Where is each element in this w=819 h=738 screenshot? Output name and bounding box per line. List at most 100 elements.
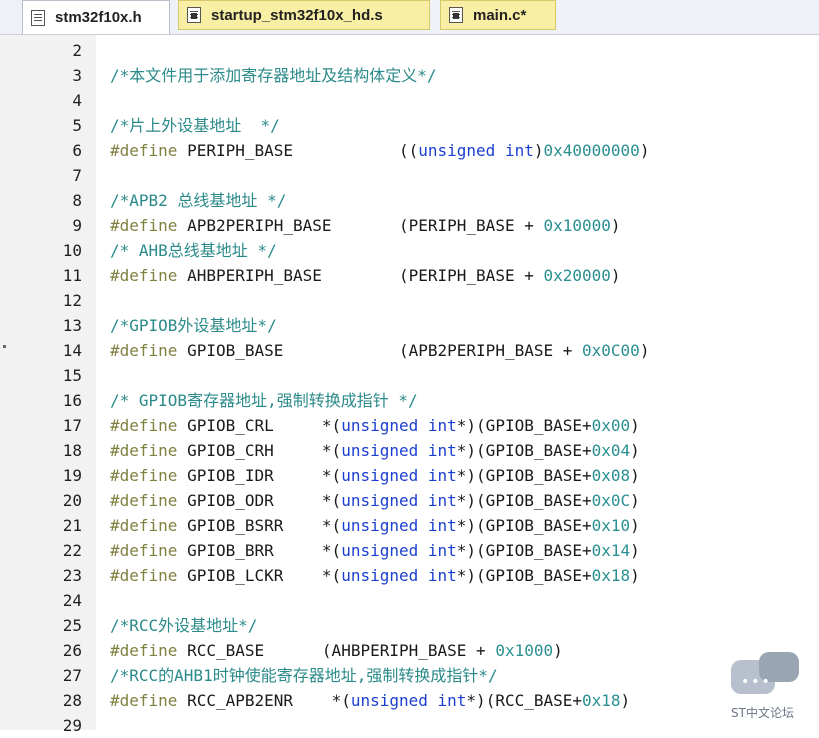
code-line[interactable]: /*本文件用于添加寄存器地址及结构体定义*/ <box>110 63 437 88</box>
code-line[interactable]: /*RCC的AHB1时钟使能寄存器地址,强制转换成指针*/ <box>110 663 498 688</box>
code-token: GPIOB_IDR <box>187 466 322 485</box>
tab-label: startup_stm32f10x_hd.s <box>211 6 383 24</box>
code-line[interactable]: #define GPIOB_ODR *(unsigned int*)(GPIOB… <box>110 488 640 513</box>
line-number: 5 <box>72 116 82 135</box>
code-token: APB2PERIPH_BASE <box>187 216 399 235</box>
code-token: unsigned int <box>341 416 457 435</box>
line-number: 6 <box>72 141 82 160</box>
tab-label: main.c* <box>473 6 527 24</box>
line-number: 11 <box>62 266 82 285</box>
code-line[interactable]: /*片上外设基地址 */ <box>110 113 280 138</box>
tab-stm32f10x-h[interactable]: stm32f10x.h <box>22 0 170 34</box>
line-number: 19 <box>62 466 82 485</box>
code-line[interactable]: #define GPIOB_BSRR *(unsigned int*)(GPIO… <box>110 513 640 538</box>
code-line[interactable]: #define GPIOB_LCKR *(unsigned int*)(GPIO… <box>110 563 640 588</box>
code-token: unsigned int <box>341 466 457 485</box>
code-line[interactable]: /*GPIOB外设基地址*/ <box>110 313 277 338</box>
code-line[interactable]: #define GPIOB_CRL *(unsigned int*)(GPIOB… <box>110 413 640 438</box>
code-token: #define <box>110 341 188 360</box>
line-number: 21 <box>62 516 82 535</box>
code-token: ) <box>553 641 563 660</box>
line-number: 3 <box>72 66 82 85</box>
line-number: 9 <box>72 216 82 235</box>
line-number: 22 <box>62 541 82 560</box>
line-number: 8 <box>72 191 82 210</box>
code-line[interactable]: #define GPIOB_BRR *(unsigned int*)(GPIOB… <box>110 538 640 563</box>
code-line[interactable]: #define GPIOB_CRH *(unsigned int*)(GPIOB… <box>110 438 640 463</box>
code-token: RCC_APB2ENR <box>187 691 332 710</box>
code-line[interactable]: #define GPIOB_IDR *(unsigned int*)(GPIOB… <box>110 463 640 488</box>
code-token: 0x10 <box>591 516 631 535</box>
code-token: ) <box>610 216 621 235</box>
code-token: /* AHB总线基地址 */ <box>110 241 277 260</box>
code-token: *( <box>321 466 342 485</box>
code-line[interactable]: #define AHBPERIPH_BASE (PERIPH_BASE + 0x… <box>110 263 621 288</box>
line-number: 15 <box>62 366 82 385</box>
code-token: ) <box>630 491 640 510</box>
code-token: unsigned int <box>341 441 457 460</box>
code-token: /*本文件用于添加寄存器地址及结构体定义*/ <box>110 66 437 85</box>
code-token: ) <box>610 266 621 285</box>
code-line[interactable]: #define PERIPH_BASE ((unsigned int)0x400… <box>110 138 649 163</box>
code-token: *)(GPIOB_BASE+ <box>456 466 592 485</box>
line-number: 29 <box>62 716 82 735</box>
code-token: /*RCC外设基地址*/ <box>110 616 258 635</box>
code-token: RCC_BASE <box>187 641 322 660</box>
code-line[interactable]: #define GPIOB_BASE (APB2PERIPH_BASE + 0x… <box>110 338 649 363</box>
forum-watermark: ••• ST中文论坛 <box>731 652 811 722</box>
code-token: *( <box>331 691 351 710</box>
code-token: *( <box>321 441 342 460</box>
code-token: /*片上外设基地址 */ <box>110 116 280 135</box>
code-token: ) <box>639 141 650 160</box>
fold-marker <box>3 345 6 348</box>
code-token: 0x08 <box>591 466 631 485</box>
code-token: ) <box>630 416 640 435</box>
code-token: unsigned int <box>350 691 467 710</box>
code-token: *( <box>321 491 342 510</box>
code-token: (PERIPH_BASE + <box>398 266 544 285</box>
line-number: 28 <box>62 691 82 710</box>
code-token: AHBPERIPH_BASE <box>187 266 399 285</box>
code-line[interactable]: /* AHB总线基地址 */ <box>110 238 277 263</box>
line-number: 4 <box>72 91 82 110</box>
tab-label: stm32f10x.h <box>55 9 142 26</box>
code-token: GPIOB_CRL <box>187 416 322 435</box>
code-line[interactable]: /*RCC外设基地址*/ <box>110 613 257 638</box>
line-number: 20 <box>62 491 82 510</box>
code-line[interactable]: /*APB2 总线基地址 */ <box>110 188 286 213</box>
code-token: unsigned int <box>341 541 457 560</box>
code-token: (( <box>398 141 419 160</box>
code-line[interactable]: /* GPIOB寄存器地址,强制转换成指针 */ <box>110 388 418 413</box>
line-number: 12 <box>62 291 82 310</box>
line-number: 17 <box>62 416 82 435</box>
code-line[interactable]: #define APB2PERIPH_BASE (PERIPH_BASE + 0… <box>110 213 621 238</box>
code-token: (PERIPH_BASE + <box>398 216 544 235</box>
code-token: 0x20000 <box>543 266 611 285</box>
header-file-icon <box>31 9 45 26</box>
line-number: 7 <box>72 166 82 185</box>
line-number: 18 <box>62 441 82 460</box>
code-token: 0x04 <box>591 441 631 460</box>
code-token: (AHBPERIPH_BASE + <box>321 641 496 660</box>
code-token: 0x1000 <box>495 641 554 660</box>
tab-main-c[interactable]: main.c* <box>440 0 556 30</box>
code-token: GPIOB_BASE <box>187 341 399 360</box>
code-token: *)(RCC_BASE+ <box>466 691 583 710</box>
code-line[interactable]: #define RCC_BASE (AHBPERIPH_BASE + 0x100… <box>110 638 563 663</box>
code-token: unsigned int <box>341 516 457 535</box>
line-number: 13 <box>62 316 82 335</box>
code-line[interactable]: #define RCC_APB2ENR *(unsigned int*)(RCC… <box>110 688 630 713</box>
code-token: ) <box>620 691 631 710</box>
code-token: GPIOB_LCKR <box>187 566 322 585</box>
code-token: /*APB2 总线基地址 */ <box>110 191 287 210</box>
line-number: 23 <box>62 566 82 585</box>
code-token: #define <box>110 266 188 285</box>
c-file-icon <box>449 7 463 23</box>
code-token: /*RCC的AHB1时钟使能寄存器地址,强制转换成指针*/ <box>110 666 498 685</box>
editor-tab-bar: stm32f10x.h startup_stm32f10x_hd.s main.… <box>0 0 819 35</box>
code-token: 0x10000 <box>543 216 611 235</box>
code-token: GPIOB_ODR <box>187 491 322 510</box>
code-token: *( <box>321 541 342 560</box>
code-token: (APB2PERIPH_BASE + <box>398 341 583 360</box>
tab-startup-file[interactable]: startup_stm32f10x_hd.s <box>178 0 430 30</box>
